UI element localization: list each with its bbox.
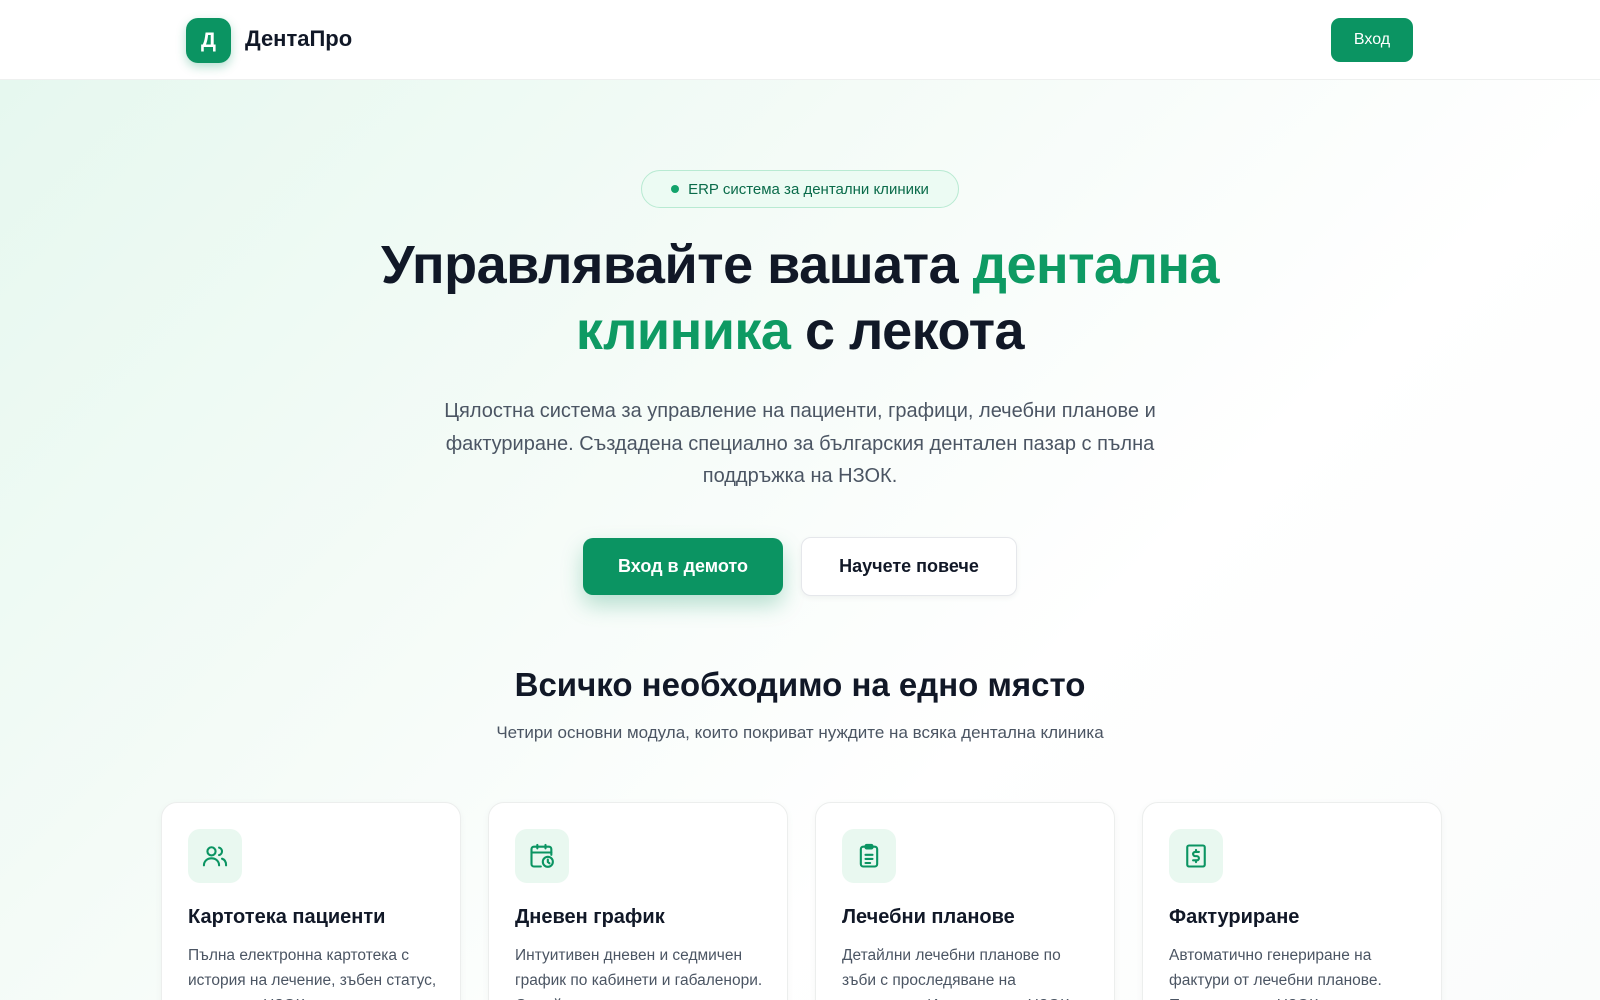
feature-title: Дневен график — [515, 906, 665, 928]
brand-name[interactable]: ДентаПро — [245, 26, 352, 52]
learn-more-button[interactable]: Научете повече — [801, 537, 1017, 596]
users-icon — [188, 829, 242, 883]
feature-card-treatment-plans[interactable]: Лечебни планове Детайлни лечебни планове… — [815, 802, 1115, 1000]
hero-title-part2: с лекота — [790, 301, 1025, 361]
feature-title: Фактуриране — [1169, 906, 1300, 928]
logo-letter: Д — [201, 28, 216, 52]
product-badge: ERP система за дентални клиники — [641, 170, 959, 208]
receipt-dollar-icon — [1169, 829, 1223, 883]
feature-title: Лечебни планове — [842, 906, 1015, 928]
hero-title-part1: Управлявайте вашата — [380, 235, 973, 295]
hero-subtitle: Цялостна система за управление на пациен… — [444, 400, 1156, 487]
top-navbar: Д ДентаПро Вход — [0, 0, 1600, 80]
feature-description: Детайлни лечебни планове по зъби с просл… — [842, 947, 1073, 1000]
feature-title: Картотека пациенти — [188, 906, 386, 928]
feature-description: Интуитивен дневен и седмичен график по к… — [515, 947, 763, 1000]
feature-card-schedule[interactable]: Дневен график Интуитивен дневен и седмич… — [488, 802, 788, 1000]
logo-icon[interactable]: Д — [186, 18, 231, 63]
login-button[interactable]: Вход — [1331, 18, 1413, 62]
clipboard-list-icon — [842, 829, 896, 883]
badge-dot-icon — [671, 185, 680, 193]
features-title: Всичко необходимо на едно място — [514, 666, 1086, 703]
features-subtitle: Четири основни модула, които покриват ну… — [496, 723, 1104, 742]
calendar-clock-icon — [515, 829, 569, 883]
feature-card-invoicing[interactable]: Фактуриране Автоматично генериране на фа… — [1142, 802, 1442, 1000]
hero-title: Управлявайте вашата дентална клиника с л… — [300, 232, 1300, 364]
feature-card-patients[interactable]: Картотека пациенти Пълна електронна карт… — [161, 802, 461, 1000]
demo-login-button[interactable]: Вход в демото — [583, 538, 783, 595]
feature-description: Автоматично генериране на фактури от леч… — [1169, 947, 1382, 1000]
badge-label: ERP система за дентални клиники — [688, 180, 929, 198]
feature-description: Пълна електронна картотека с история на … — [188, 947, 437, 1000]
